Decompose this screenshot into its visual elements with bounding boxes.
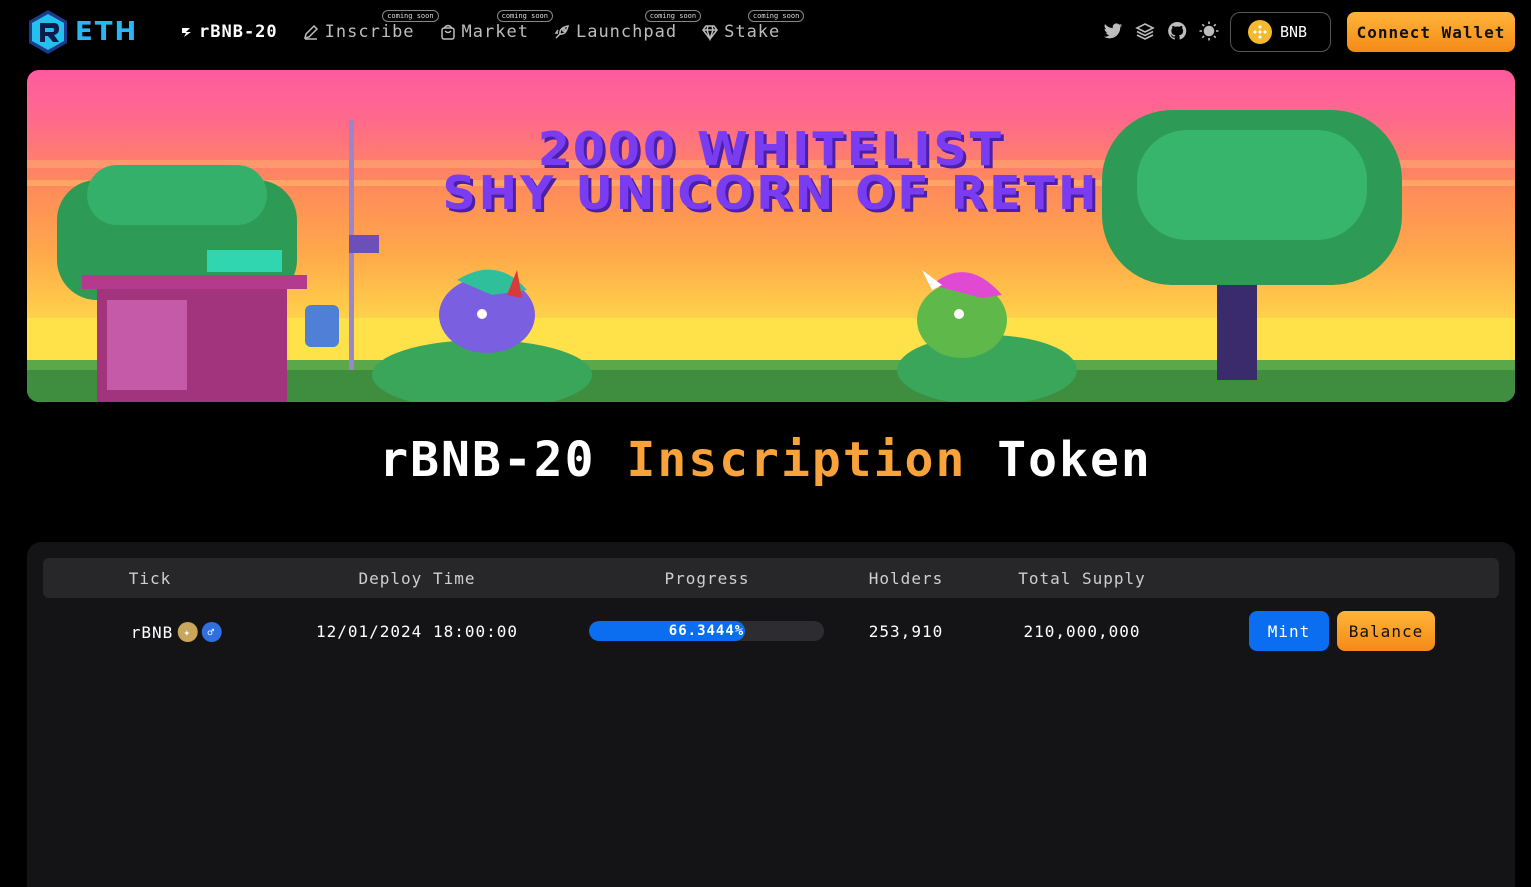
github-icon[interactable] (1166, 20, 1188, 42)
nav-label: Inscribe (324, 22, 415, 42)
nav-item-inscribe[interactable]: Inscribe coming soon (302, 10, 439, 42)
pen-icon (303, 24, 318, 40)
coming-soon-badge: coming soon (382, 10, 439, 22)
nav-label: Stake (724, 22, 781, 42)
pixel-scene-illustration (27, 110, 1515, 402)
nav-label: rBNB-20 (199, 22, 278, 42)
reth-mini-icon (182, 28, 191, 37)
page-title: rBNB-20 Inscription Token (0, 432, 1531, 488)
sun-icon[interactable] (1198, 20, 1220, 42)
nav-label: Market (461, 22, 529, 42)
chain-label: BNB (1280, 23, 1308, 41)
deploy-time: 12/01/2024 18:00:00 (315, 622, 519, 641)
bag-icon (440, 24, 455, 40)
connect-wallet-button[interactable]: Connect Wallet (1347, 12, 1515, 52)
layers-icon[interactable] (1134, 20, 1156, 42)
male-symbol-icon: ♂ (201, 622, 222, 642)
nav-label: Launchpad (575, 22, 678, 42)
tick-name: rBNB (130, 622, 174, 642)
token-table-panel: Tick Deploy Time Progress Holders Total … (27, 542, 1515, 887)
col-header-total-supply: Total Supply (1018, 569, 1146, 588)
rocket-icon (554, 25, 569, 39)
col-header-tick: Tick (128, 569, 172, 588)
total-supply: 210,000,000 (1023, 622, 1141, 641)
logo-text: ETH (75, 17, 139, 47)
table-row[interactable]: rBNB ✦ ♂ 12/01/2024 18:00:00 66.3444% 25… (43, 604, 1499, 658)
nav-item-launchpad[interactable]: Launchpad coming soon (553, 10, 702, 42)
coming-soon-badge: coming soon (644, 10, 702, 22)
title-part-2: Inscription (626, 432, 967, 488)
banner-headline-2: SHY UNICORN OF RETH (442, 166, 1100, 220)
holders-count: 253,910 (868, 622, 944, 641)
nav-item-rbnb20[interactable]: rBNB-20 (180, 22, 278, 42)
col-header-deploy-time: Deploy Time (358, 569, 476, 588)
app-logo[interactable]: ETH (27, 9, 138, 55)
mint-progress-bar: 66.3444% (589, 621, 824, 641)
reth-r-logo-icon (29, 10, 67, 54)
verified-badge-icon: ✦ (177, 622, 198, 642)
progress-percentage: 66.3444% (668, 623, 745, 639)
main-nav: rBNB-20 Inscribe coming soon Market comi… (180, 10, 805, 46)
col-header-holders: Holders (868, 569, 944, 588)
coming-soon-badge: coming soon (747, 10, 805, 22)
coming-soon-badge: coming soon (496, 10, 553, 22)
col-header-progress: Progress (664, 569, 750, 588)
chain-selector-button[interactable]: BNB (1230, 12, 1331, 52)
promo-banner[interactable]: 2000 WHITELIST SHY UNICORN OF RETH (27, 70, 1515, 402)
diamond-icon (702, 25, 719, 41)
nav-item-market[interactable]: Market coming soon (439, 10, 553, 42)
balance-button[interactable]: Balance (1337, 611, 1435, 651)
social-links (1102, 20, 1220, 42)
nav-item-stake[interactable]: Stake coming soon (701, 10, 805, 42)
mint-button[interactable]: Mint (1249, 611, 1329, 651)
tick-cell: rBNB ✦ ♂ (131, 622, 222, 642)
title-part-1: rBNB-20 (379, 432, 596, 488)
twitter-icon[interactable] (1102, 20, 1124, 42)
table-header: Tick Deploy Time Progress Holders Total … (43, 558, 1499, 598)
bnb-coin-icon (1248, 20, 1272, 44)
title-part-3: Token (997, 432, 1152, 488)
top-navbar: ETH rBNB-20 Inscribe coming soon Market … (0, 0, 1531, 64)
